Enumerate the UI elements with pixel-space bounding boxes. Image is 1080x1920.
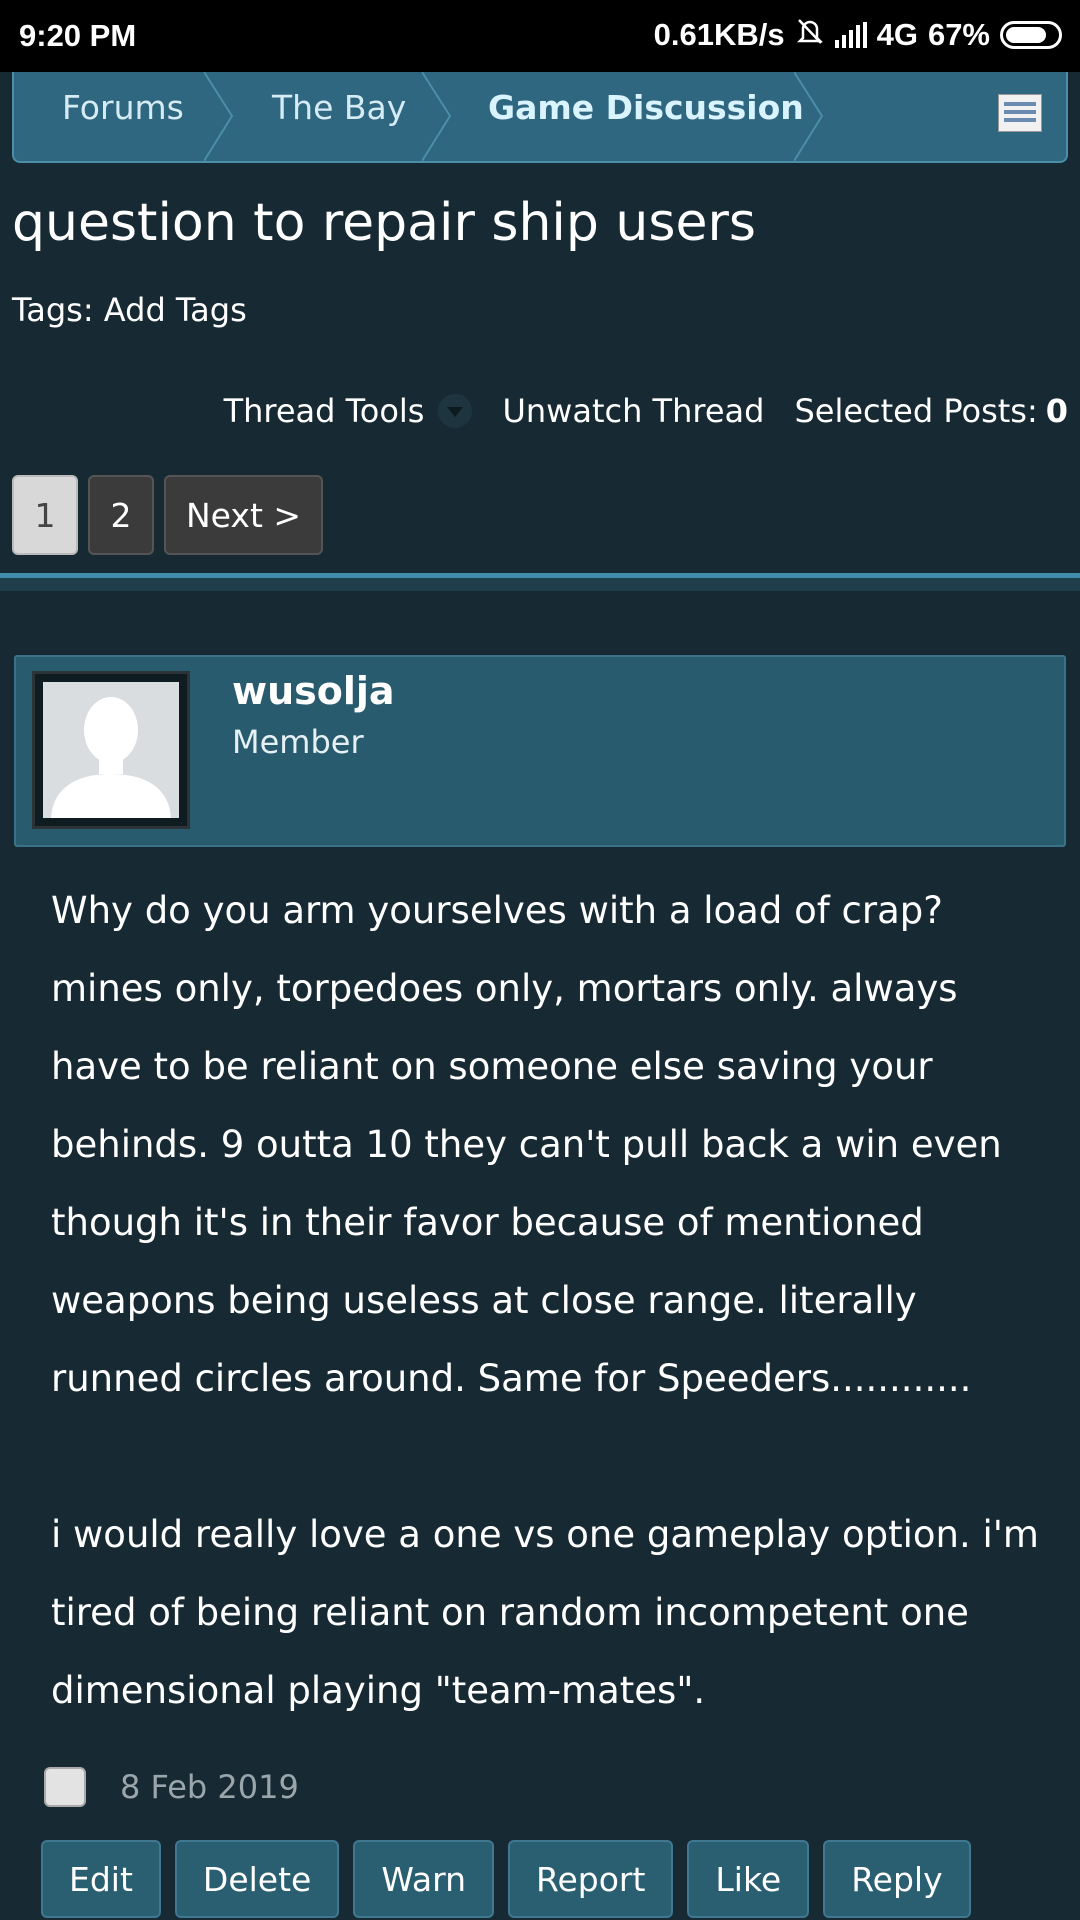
- selected-posts-count: 0: [1045, 392, 1068, 430]
- status-time: 9:20 PM: [19, 18, 137, 53]
- pagination: 1 2 Next >: [12, 475, 324, 555]
- like-button[interactable]: Like: [687, 1840, 810, 1918]
- post-date: 8 Feb 2019: [120, 1768, 299, 1806]
- status-bar: 9:20 PM 0.61KB/s 4G 67%: [0, 0, 1080, 72]
- next-page-button[interactable]: Next >: [164, 475, 324, 555]
- reply-button[interactable]: Reply: [823, 1840, 971, 1918]
- mute-bell-icon: [795, 16, 825, 54]
- unwatch-thread-link[interactable]: Unwatch Thread: [502, 392, 764, 430]
- battery-percent: 67%: [927, 17, 990, 52]
- battery-icon: [1000, 21, 1062, 49]
- signal-icon: [834, 22, 867, 48]
- breadcrumb-separator: [422, 72, 452, 161]
- post-paragraph: Why do you arm yourselves with a load of…: [51, 889, 1002, 1400]
- status-right: 0.61KB/s 4G 67%: [654, 16, 1062, 54]
- default-avatar-icon: [43, 682, 179, 818]
- post-user-header: wusolja Member: [14, 655, 1066, 847]
- post-actions: Edit Delete Warn Report Like Reply: [41, 1840, 971, 1918]
- thread-title: question to repair ship users: [12, 193, 756, 253]
- breadcrumb-separator: [204, 72, 234, 161]
- tags-label: Tags:: [12, 291, 94, 329]
- list-view-icon[interactable]: [998, 94, 1042, 132]
- delete-button[interactable]: Delete: [174, 1840, 340, 1918]
- breadcrumb-game-discussion[interactable]: Game Discussion: [488, 88, 804, 127]
- avatar[interactable]: [32, 671, 190, 829]
- breadcrumb: Forums The Bay Game Discussion: [12, 72, 1068, 163]
- report-button[interactable]: Report: [508, 1840, 674, 1918]
- net-speed: 0.61KB/s: [653, 17, 785, 52]
- warn-button[interactable]: Warn: [353, 1840, 494, 1918]
- breadcrumb-separator: [794, 72, 824, 161]
- breadcrumb-the-bay[interactable]: The Bay: [272, 88, 406, 127]
- thread-tools-bar: Thread Tools Unwatch Thread Selected Pos…: [194, 392, 1068, 430]
- post-username[interactable]: wusolja: [232, 669, 395, 713]
- select-post-checkbox[interactable]: [44, 1767, 86, 1807]
- user-title: Member: [232, 723, 364, 761]
- selected-posts-label: Selected Posts:: [794, 392, 1038, 430]
- page-1-button[interactable]: 1: [12, 475, 78, 555]
- thread-tools-label: Thread Tools: [223, 392, 425, 430]
- edit-button[interactable]: Edit: [41, 1840, 161, 1918]
- page-2-button[interactable]: 2: [88, 475, 154, 555]
- thread-tools-menu[interactable]: Thread Tools: [224, 392, 473, 430]
- chevron-down-icon: [438, 394, 473, 428]
- add-tags-link[interactable]: Add Tags: [104, 291, 247, 329]
- network-type: 4G: [876, 17, 918, 52]
- tags-row: Tags: Add Tags: [12, 291, 247, 329]
- post-meta: 8 Feb 2019: [44, 1767, 299, 1807]
- post-content: Why do you arm yourselves with a load of…: [51, 872, 1051, 1730]
- selected-posts[interactable]: Selected Posts: 0: [794, 392, 1068, 430]
- post-paragraph: i would really love a one vs one gamepla…: [51, 1513, 1039, 1712]
- divider: [0, 573, 1080, 591]
- breadcrumb-forums[interactable]: Forums: [62, 88, 184, 127]
